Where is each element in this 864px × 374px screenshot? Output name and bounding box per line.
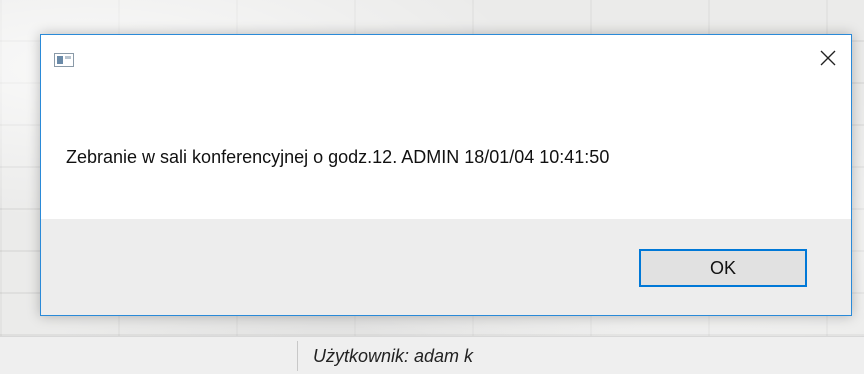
close-button[interactable] xyxy=(805,35,851,81)
dialog-button-area: OK xyxy=(41,219,851,315)
message-dialog: Zebranie w sali konferencyjnej o godz.12… xyxy=(40,34,852,316)
close-icon xyxy=(820,50,836,66)
status-bar: Użytkownik: adam k xyxy=(0,336,864,374)
app-window-icon xyxy=(54,53,74,67)
status-divider xyxy=(297,341,298,371)
ok-button[interactable]: OK xyxy=(639,249,807,287)
dialog-titlebar[interactable] xyxy=(41,35,851,85)
dialog-message: Zebranie w sali konferencyjnej o godz.12… xyxy=(66,147,610,167)
status-user-label: Użytkownik: adam k xyxy=(313,346,474,366)
